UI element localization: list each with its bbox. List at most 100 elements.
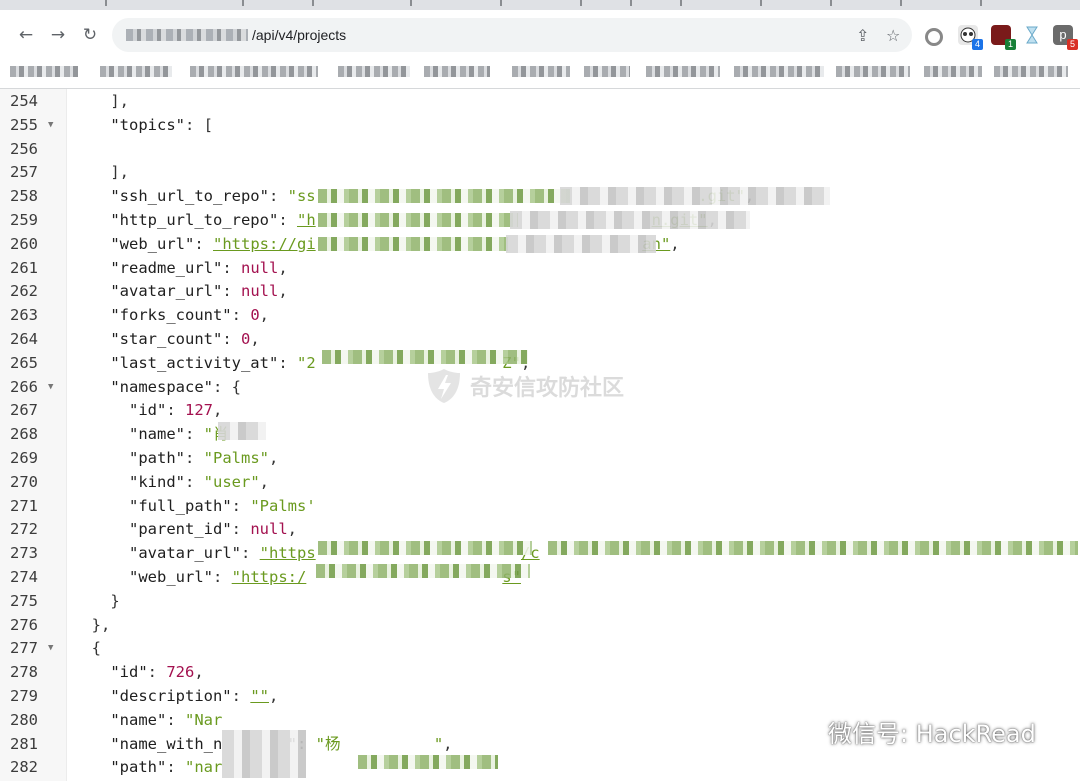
redacted-region [548,541,1078,555]
code-content: "description": "", [73,685,278,709]
json-key: "path" [129,449,185,467]
line-number: 263 [10,306,38,325]
json-key: "id" [110,663,148,682]
hourglass-icon [1026,26,1038,44]
line-number: 256 [10,139,38,158]
bookmark-item[interactable] [10,66,78,77]
line-number: 266 [10,377,38,396]
p-extension-badge: 5 [1067,39,1078,50]
address-bar[interactable]: /api/v4/projects ⇪ ☆ [112,18,912,52]
url-host-redacted [126,29,248,41]
bookmark-item[interactable] [584,66,630,77]
code-content: "id": 127, [73,399,222,423]
json-punctuation: , [443,734,453,753]
share-icon[interactable]: ⇪ [856,26,869,45]
redacted-region [318,237,508,251]
fold-toggle-icon[interactable]: ▼ [48,114,53,138]
json-punctuation: , [287,520,297,539]
json-link[interactable]: "https [260,544,316,562]
json-punctuation: : [222,330,241,348]
code-content: "forks_count": 0, [73,304,269,328]
code-content: "name": "Nar [73,709,222,733]
code-content: { [73,637,101,661]
back-arrow-icon: ← [18,25,34,45]
bookmark-item[interactable] [734,66,824,77]
tab-divider [680,0,682,6]
line-number: 264 [10,330,38,348]
red-extension-icon[interactable]: 1 [991,25,1016,50]
json-link[interactable]: "https:/ [232,568,307,586]
line-number: 259 [10,211,38,229]
json-key: "star_count" [110,330,223,348]
bookmark-item[interactable] [100,66,172,77]
json-string: "杨 [315,734,341,753]
json-key: "name" [129,425,185,444]
code-line: 272 "parent_id": null, [0,518,1080,542]
tab-divider [760,0,762,6]
redacted-region [560,187,830,205]
code-content: "path": "nar [73,756,222,780]
fold-toggle-icon[interactable]: ▼ [48,376,53,400]
fold-toggle-icon[interactable]: ▼ [48,637,53,661]
code-content: "path": "Palms", [73,447,278,471]
panda-extension-icon[interactable]: 4 [958,25,983,50]
circle-extension-icon[interactable] [925,28,943,46]
line-number: 279 [10,687,38,705]
hourglass-extension-icon[interactable] [1022,25,1042,45]
json-punctuation: : [231,306,251,325]
p-extension-icon[interactable]: p 5 [1053,25,1078,50]
tab-divider [312,0,314,6]
redacted-region [318,541,532,555]
json-key: "full_path" [129,496,232,515]
bookmark-item[interactable] [512,66,570,77]
json-punctuation: : [185,425,204,444]
json-punctuation: : [268,187,288,206]
json-link[interactable]: "https://gi [213,235,316,253]
json-punctuation: } [110,591,120,610]
bookmark-item[interactable] [190,66,318,77]
panda-extension-badge: 4 [972,39,983,50]
bookmark-item[interactable] [924,66,982,77]
code-content: "namespace": { [73,376,241,400]
json-null: null [250,520,288,539]
code-line: 263 "forks_count": 0, [0,304,1080,328]
line-number: 260 [10,234,38,253]
bookmark-star-icon[interactable]: ☆ [886,26,900,45]
line-number: 262 [10,282,38,301]
code-line: 269 "path": "Palms", [0,447,1080,471]
json-punctuation: ], [110,92,129,110]
code-content: "parent_id": null, [73,518,297,542]
json-link[interactable]: "" [250,687,269,705]
json-punctuation: : [166,758,185,777]
json-punctuation: }, [91,615,111,634]
json-key: "namespace" [110,377,213,396]
line-number: 274 [10,568,38,586]
json-punctuation: , [213,401,223,420]
redacted-region [316,564,530,578]
tab-divider [830,0,832,6]
bookmark-item[interactable] [836,66,910,77]
code-line: 254 ], [0,90,1080,114]
json-string: "nar [185,758,223,777]
forward-button[interactable]: → [46,23,70,47]
line-number: 267 [10,401,38,420]
code-content: "name": "肖 [73,423,229,447]
code-line: 282 "path": "nar [0,756,1080,780]
bookmark-item[interactable] [338,66,410,77]
reload-button[interactable]: ↻ [78,23,102,47]
json-link[interactable]: "h [297,211,316,229]
code-line: 262 "avatar_url": null, [0,280,1080,304]
json-punctuation: : [147,663,167,682]
json-key: "web_url" [129,568,213,586]
back-button[interactable]: ← [14,23,38,47]
json-key: "avatar_url" [129,544,241,563]
tab-divider [580,0,582,6]
tab-strip [0,0,1080,10]
bookmark-item[interactable] [646,66,720,77]
bookmark-item[interactable] [424,66,490,77]
wechat-watermark-text: 微信号: HackRead [828,720,1036,748]
code-line: 279 "description": "", [0,685,1080,709]
code-line: 278 "id": 726, [0,661,1080,685]
line-number: 270 [10,472,38,491]
bookmark-item[interactable] [994,66,1068,77]
